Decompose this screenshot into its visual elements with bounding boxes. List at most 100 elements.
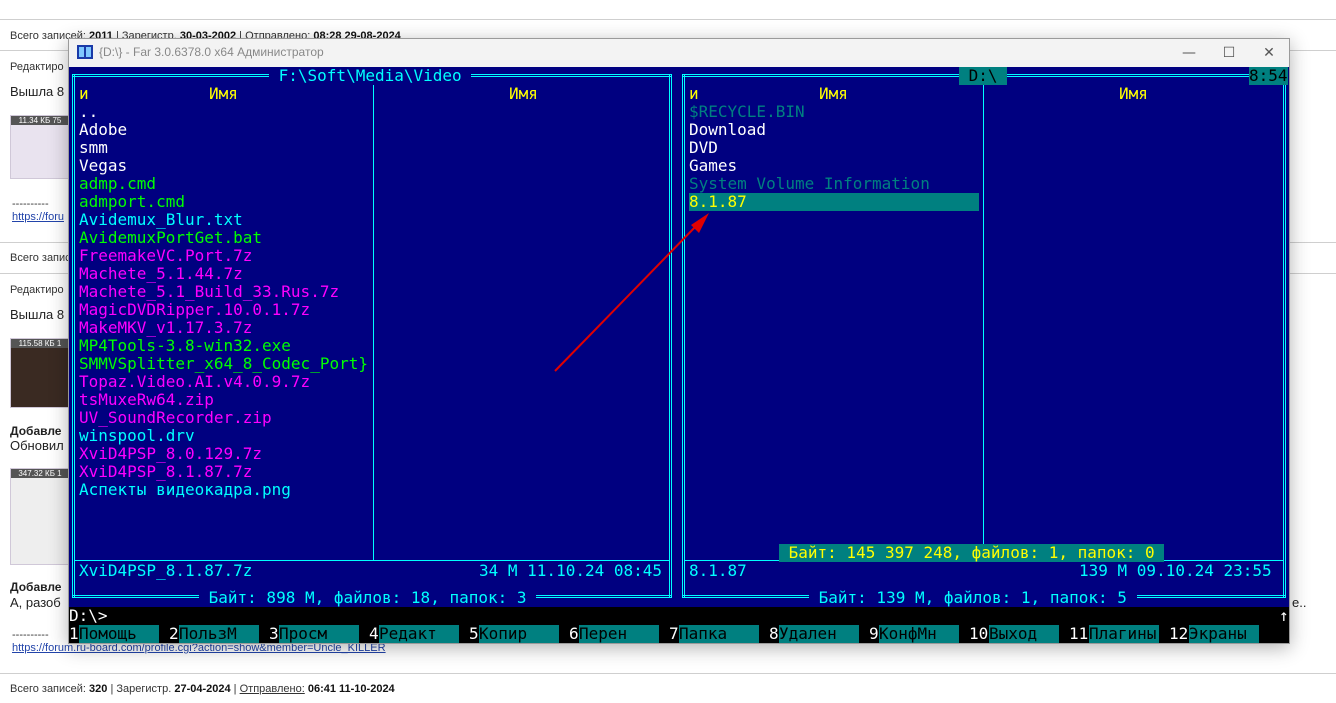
column-header-name[interactable]: Имя: [209, 85, 238, 103]
file-row[interactable]: Avidemux_Blur.txt: [79, 211, 243, 229]
scroll-up-icon[interactable]: ↑: [1279, 607, 1289, 625]
label: Всего записей:: [10, 683, 86, 695]
file-row[interactable]: Adobe: [79, 121, 127, 139]
minimize-button[interactable]: —: [1169, 42, 1209, 64]
key-label: Копир: [479, 625, 559, 643]
far-console[interactable]: F:\Soft\Media\Video и Имя Имя .. Adobe smm…: [69, 67, 1289, 643]
signature-dashes: ----------: [12, 629, 49, 641]
maximize-button[interactable]: ☐: [1209, 42, 1249, 64]
key-number: 11: [1069, 624, 1089, 643]
post-text-tail: е..: [1292, 595, 1307, 610]
label: Зарегистр.: [116, 683, 172, 695]
file-row[interactable]: MP4Tools-3.8-win32.exe: [79, 337, 291, 355]
window-title: {D:\} - Far 3.0.6378.0 x64 Администратор: [99, 45, 324, 59]
key-number: 12: [1169, 624, 1189, 643]
file-row[interactable]: Vegas: [79, 157, 127, 175]
function-key-12[interactable]: 12 Экраны: [1169, 625, 1269, 643]
value: 27-04-2024: [174, 683, 231, 695]
file-row[interactable]: Аспекты видеокадра.png: [79, 481, 291, 499]
function-key-8[interactable]: 8 Удален: [769, 625, 869, 643]
file-row[interactable]: XviD4PSP_8.1.87.7z: [79, 463, 252, 481]
image-thumbnail[interactable]: 11.34 КБ 75: [10, 115, 70, 179]
value: 320: [89, 683, 108, 695]
far-window[interactable]: {D:\} - Far 3.0.6378.0 x64 Администратор…: [68, 38, 1290, 644]
profile-link[interactable]: https://foru: [12, 211, 64, 223]
post-text: А, разоб: [10, 595, 61, 610]
function-key-6[interactable]: 6 Перен: [569, 625, 669, 643]
file-row[interactable]: tsMuxeRw64.zip: [79, 391, 214, 409]
key-label: ПользМ: [179, 625, 259, 643]
value: 06:41 11-10-2024: [307, 683, 395, 695]
file-row[interactable]: FreemakeVC.Port.7z: [79, 247, 252, 265]
column-divider: [373, 77, 374, 561]
image-thumbnail[interactable]: 347.32 КБ 1: [10, 468, 70, 565]
panel-path[interactable]: F:\Soft\Media\Video: [269, 67, 472, 85]
key-label: Экраны: [1189, 625, 1259, 643]
command-line[interactable]: D:\> ↑: [69, 607, 1289, 625]
panel-summary: Байт: 139 M, файлов: 1, папок: 5: [809, 588, 1137, 607]
function-key-3[interactable]: 3 Просм: [269, 625, 369, 643]
file-row[interactable]: AvidemuxPortGet.bat: [79, 229, 262, 247]
status-file-info: 34 M 11.10.24 08:45: [479, 561, 663, 580]
file-row[interactable]: 8.1.87: [689, 193, 979, 211]
key-label: Просм: [279, 625, 359, 643]
clock: 8:54: [1249, 67, 1288, 85]
status-file-name: 8.1.87: [689, 561, 747, 580]
function-key-2[interactable]: 2 ПользМ: [169, 625, 269, 643]
function-key-4[interactable]: 4 Редакт: [369, 625, 469, 643]
separator: [0, 673, 1336, 674]
thumbnail-caption: 11.34 КБ 75: [11, 116, 69, 125]
post-text: Вышла 8: [10, 307, 65, 322]
image-thumbnail[interactable]: 115.58 КБ 1: [10, 338, 70, 408]
key-label: Папка: [679, 625, 759, 643]
file-row[interactable]: SMMVSplitter_x64_8_Codec_Port}: [79, 355, 368, 373]
column-header-name[interactable]: Имя: [819, 85, 848, 103]
status-file-name: XviD4PSP_8.1.87.7z: [79, 561, 253, 580]
file-row[interactable]: Download: [689, 121, 766, 139]
file-row[interactable]: System Volume Information: [689, 175, 930, 193]
key-label: Выход: [989, 625, 1059, 643]
function-key-5[interactable]: 5 Копир: [469, 625, 569, 643]
key-number: 7: [669, 624, 679, 643]
added-note: Добавле: [10, 424, 62, 438]
key-number: 9: [869, 624, 879, 643]
file-row[interactable]: DVD: [689, 139, 718, 157]
post-text: Обновил: [10, 438, 64, 453]
key-label: Помощь: [79, 625, 159, 643]
file-row[interactable]: admport.cmd: [79, 193, 185, 211]
file-row[interactable]: Machete_5.1_Build_33.Rus.7z: [79, 283, 339, 301]
file-row[interactable]: MakeMKV_v1.17.3.7z: [79, 319, 252, 337]
annotation-arrow-icon: [554, 213, 709, 372]
key-number: 6: [569, 624, 579, 643]
function-key-11[interactable]: 11 Плагины: [1069, 625, 1169, 643]
file-row[interactable]: $RECYCLE.BIN: [689, 103, 805, 121]
file-row[interactable]: Topaz.Video.AI.v4.0.9.7z: [79, 373, 310, 391]
frame-right: [1283, 74, 1286, 598]
command-prompt[interactable]: D:\>: [69, 607, 108, 625]
file-row[interactable]: smm: [79, 139, 108, 157]
edited-note: Редактиро: [10, 284, 64, 296]
function-key-10[interactable]: 10 Выход: [969, 625, 1069, 643]
function-key-7[interactable]: 7 Папка: [669, 625, 769, 643]
column-header-name[interactable]: Имя: [509, 85, 538, 103]
file-row[interactable]: ..: [79, 103, 98, 121]
thumbnail-caption: 115.58 КБ 1: [11, 339, 69, 348]
file-row[interactable]: winspool.drv: [79, 427, 195, 445]
close-button[interactable]: ✕: [1249, 42, 1289, 64]
title-bar[interactable]: {D:\} - Far 3.0.6378.0 x64 Администратор…: [69, 39, 1289, 67]
label: Отправлено:: [239, 683, 305, 695]
function-key-9[interactable]: 9 КонфМн: [869, 625, 969, 643]
file-row[interactable]: MagicDVDRipper.10.0.1.7z: [79, 301, 310, 319]
file-row[interactable]: Games: [689, 157, 737, 175]
function-key-bar[interactable]: 1 Помощь 2 ПользМ 3 Просм 4 Редакт 5 Копир 6 Перен 7…: [69, 625, 1289, 643]
column-header-name[interactable]: Имя: [1119, 85, 1148, 103]
panel-drive[interactable]: D:\: [959, 67, 1008, 85]
post-text: Вышла 8: [10, 84, 65, 99]
file-row[interactable]: XviD4PSP_8.0.129.7z: [79, 445, 262, 463]
file-row[interactable]: UV_SoundRecorder.zip: [79, 409, 272, 427]
file-row[interactable]: Machete_5.1.44.7z: [79, 265, 243, 283]
added-note: Добавле: [10, 580, 62, 594]
file-row[interactable]: admp.cmd: [79, 175, 156, 193]
far-app-icon: [77, 45, 93, 59]
function-key-1[interactable]: 1 Помощь: [69, 625, 169, 643]
